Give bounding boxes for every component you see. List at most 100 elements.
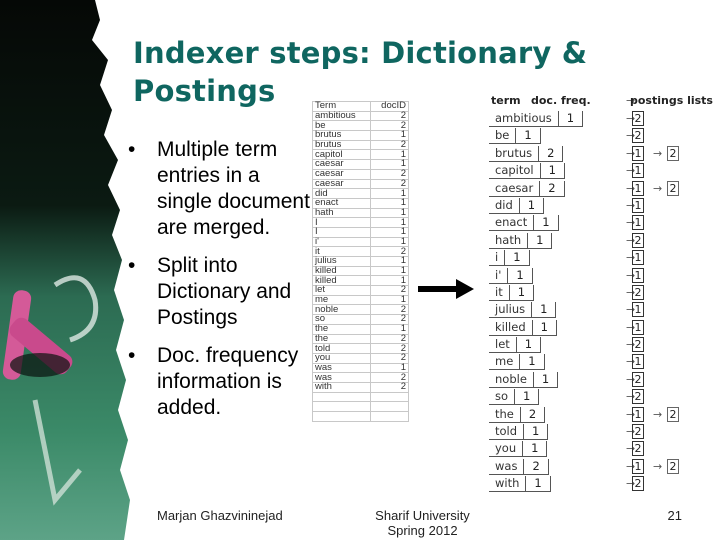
table-row <box>311 411 409 422</box>
term-cell <box>311 411 372 422</box>
bullet-dot-icon: • <box>128 254 136 277</box>
posting-docid: 1 <box>632 250 644 266</box>
dict-doc-freq: 1 <box>526 476 551 492</box>
posting-docid: 1 <box>632 163 644 179</box>
docid-cell: 2 <box>370 381 409 393</box>
dictionary-row: i' 1 → 1 <box>487 267 717 284</box>
dictionary-entry: be 1 <box>489 128 541 145</box>
dictionary-row: so 1 → 2 <box>487 388 717 406</box>
table-row: I1 <box>311 226 409 238</box>
table-row: hath 1 <box>311 207 409 219</box>
dict-doc-freq: 1 <box>532 302 557 318</box>
dictionary-entry: noble 1 <box>489 371 559 388</box>
dict-term: the <box>489 406 521 422</box>
posting-docid: 2 <box>667 180 679 196</box>
posting-docid: 1 <box>632 267 644 283</box>
arrow-icon: → <box>653 407 663 421</box>
posting-docid: 1 <box>632 180 644 196</box>
dictionary-entry: julius 1 <box>489 302 557 319</box>
table-row <box>311 401 409 412</box>
posting-docid: 2 <box>632 371 644 387</box>
docid-cell <box>370 401 409 412</box>
dict-term: told <box>489 424 525 440</box>
posting-docid: 2 <box>667 145 679 161</box>
dict-term: it <box>489 284 510 300</box>
bullet-dot-icon: • <box>128 138 136 161</box>
dictionary-entry: with 1 <box>489 476 551 493</box>
dict-term: killed <box>489 319 533 335</box>
dict-term: let <box>489 337 517 353</box>
dict-term: i <box>489 250 506 266</box>
arrow-icon: → <box>653 181 663 195</box>
right-arrow-icon <box>418 279 474 299</box>
term-cell <box>311 401 372 412</box>
dictionary-row: told 1 → 2 <box>487 423 717 441</box>
dict-term: was <box>489 458 525 474</box>
posting-docid: 1 <box>632 197 644 213</box>
posting-docid: 2 <box>632 128 644 144</box>
table-row: noble 2 <box>311 304 409 316</box>
dict-term: ambitious <box>489 111 559 126</box>
dictionary-row: you 1 → 2 <box>487 440 717 458</box>
dictionary-row: let 1 → 2 <box>487 336 717 354</box>
dictionary-row: brutus 2 → 1 → 2 <box>487 145 717 162</box>
dictionary-row: i 1 → 1 <box>487 249 717 267</box>
dictionary-header: term doc. freq. → postings lists <box>487 92 717 110</box>
dictionary-row: julius 1 → 1 <box>487 301 717 319</box>
table-row: killed 1 <box>311 275 409 287</box>
bullet-list: • Multiple term entries in a single docum… <box>128 137 313 433</box>
dict-term: be <box>489 128 517 144</box>
dictionary-postings: term doc. freq. → postings lists ambitio… <box>487 92 717 493</box>
posting-docid: 1 <box>632 215 644 231</box>
posting-docid: 1 <box>632 145 644 161</box>
footer-author: Marjan Ghazvininejad <box>157 508 283 523</box>
dict-term: with <box>489 476 527 492</box>
term-cell <box>311 391 372 403</box>
term-cell: I <box>311 226 372 238</box>
table-row: I1 <box>311 217 409 228</box>
posting-docid: 1 <box>632 354 644 370</box>
posting-docid: 2 <box>632 441 644 457</box>
dict-term: me <box>489 354 521 370</box>
table-row: i' 1 <box>311 236 409 248</box>
dict-doc-freq: 1 <box>520 197 545 213</box>
dictionary-row: enact 1 → 1 <box>487 214 717 232</box>
dict-doc-freq: 1 <box>541 163 565 179</box>
dictionary-row: was 2 → 1 → 2 <box>487 458 717 475</box>
dict-doc-freq: 1 <box>520 354 545 370</box>
term-cell: with <box>311 381 372 393</box>
dictionary-row: capitol 1 → 1 <box>487 162 717 180</box>
term-cell: I <box>311 217 372 228</box>
posting-docid: 2 <box>667 458 679 474</box>
dictionary-row: me 1 → 1 <box>487 353 717 371</box>
dict-doc-freq: 1 <box>505 250 530 266</box>
dictionary-entry: hath 1 <box>489 232 553 249</box>
table-row <box>311 391 409 403</box>
bullet-text: Multiple term entries in a single docume… <box>157 138 310 239</box>
bullet-text: Doc. frequency information is added. <box>157 344 299 419</box>
dict-doc-freq: 1 <box>534 371 559 387</box>
header-postings-lists: postings lists <box>630 94 713 107</box>
posting-docid: 1 <box>632 406 644 422</box>
posting-docid: 2 <box>632 424 644 440</box>
dictionary-row: did 1 → 1 <box>487 197 717 214</box>
dictionary-entry: brutus 2 <box>489 145 564 162</box>
term-docid-table: Term docID ambitious 2 be 2 brutus 1 brutus 2 ca… <box>311 101 409 422</box>
dictionary-row: be 1 → 2 <box>487 127 717 145</box>
dictionary-rows: ambitious 1 → 2 be 1 → 2 brutus 2 → 1 → 2 capitol 1 → 1 ca… <box>487 110 717 493</box>
dictionary-entry: was 2 <box>489 458 549 475</box>
posting-docid: 2 <box>632 232 644 248</box>
dict-term: i' <box>489 267 509 283</box>
dictionary-entry: so 1 <box>489 389 540 406</box>
arrow-icon: → <box>653 459 663 473</box>
dict-doc-freq: 2 <box>540 180 565 196</box>
dictionary-row: ambitious 1 → 2 <box>487 110 717 127</box>
posting-docid: 2 <box>632 284 644 300</box>
header-doc-freq: doc. freq. <box>531 94 591 107</box>
dict-term: you <box>489 441 524 457</box>
dictionary-entry: enact 1 <box>489 215 559 232</box>
dictionary-entry: i1 <box>489 250 530 267</box>
dictionary-entry: let 1 <box>489 337 542 354</box>
dict-term: brutus <box>489 145 540 161</box>
dictionary-row: caesar 2 → 1 → 2 <box>487 180 717 197</box>
